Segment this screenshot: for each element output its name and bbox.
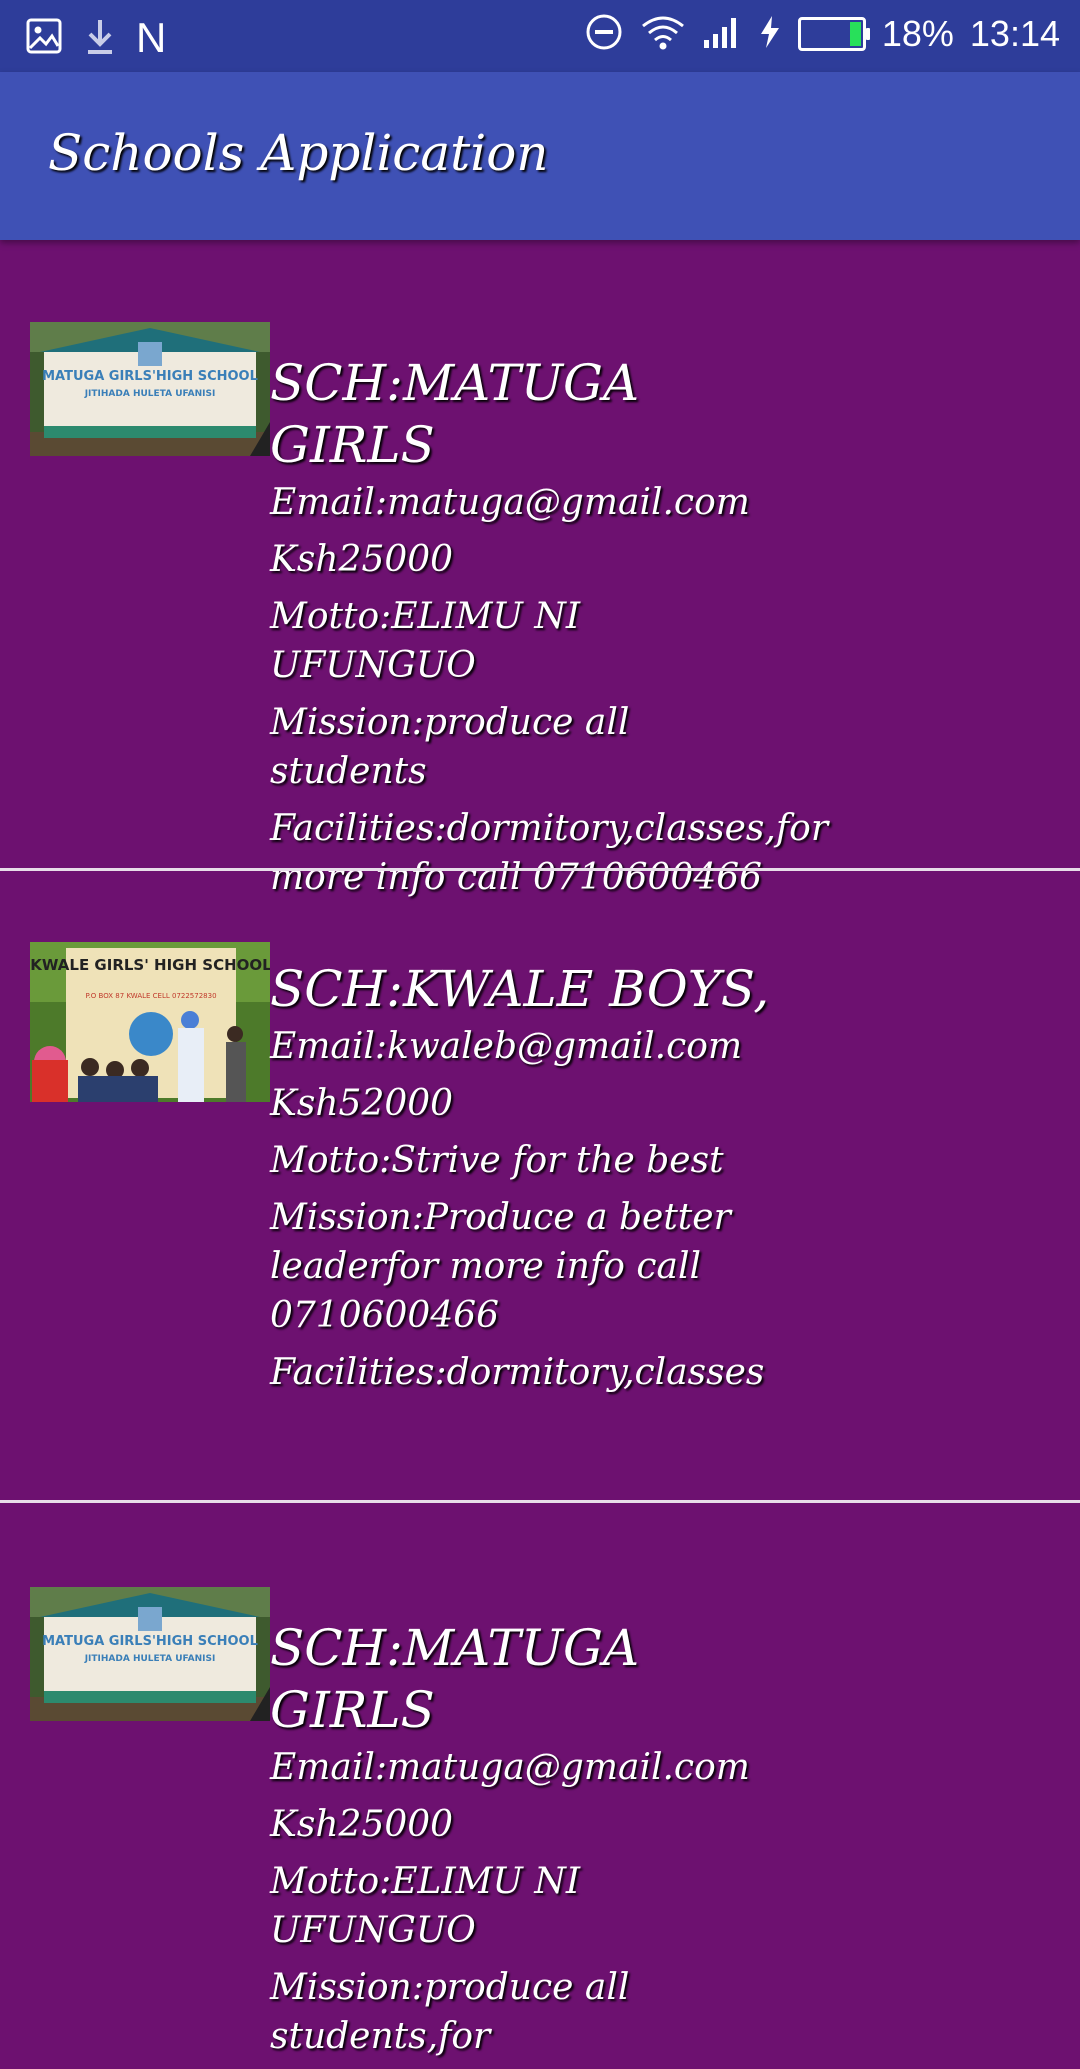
school-image: MATUGA GIRLS'HIGH SCHOOL JITIHADA HULETA… <box>30 322 270 456</box>
image-subcaption: P.O BOX 87 KWALE CELL 0722572830 <box>85 992 216 1000</box>
school-mission: Mission:Produce a better leaderfor more … <box>270 1197 731 1336</box>
school-image: MATUGA GIRLS'HIGH SCHOOL JITIHADA HULETA… <box>30 1587 270 1721</box>
download-icon <box>82 16 118 60</box>
school-fee: Ksh52000 <box>270 1083 454 1124</box>
school-name: SCH:MATUGA GIRLS <box>270 354 640 474</box>
school-info: SCH:KWALE BOYS, Email:kwaleb@gmail.com K… <box>270 958 790 1405</box>
school-info: SCH:MATUGA GIRLS Email:matuga@gmail.com … <box>270 1617 790 2069</box>
image-caption: KWALE GIRLS' HIGH SCHOOL <box>30 956 270 974</box>
school-card[interactable]: MATUGA GIRLS'HIGH SCHOOL JITIHADA HULETA… <box>0 1502 1080 2057</box>
school-motto: Motto:Strive for the best <box>270 1140 724 1181</box>
image-icon <box>24 16 64 60</box>
school-motto: Motto:ELIMU NI UFUNGUO <box>270 596 581 686</box>
school-list[interactable]: MATUGA GIRLS'HIGH SCHOOL JITIHADA HULETA… <box>0 240 1080 2057</box>
dnd-icon <box>584 12 624 56</box>
school-card[interactable]: KWALE GIRLS' HIGH SCHOOL P.O BOX 87 KWAL… <box>0 870 1080 1503</box>
status-bar-left: N <box>24 14 166 62</box>
charging-icon <box>758 14 782 54</box>
image-subcaption: JITIHADA HULETA UFANISI <box>84 389 216 399</box>
battery-icon <box>797 17 870 51</box>
clock: 13:14 <box>969 13 1060 54</box>
school-email: Email:matuga@gmail.com <box>270 482 750 523</box>
school-card[interactable]: MATUGA GIRLS'HIGH SCHOOL JITIHADA HULETA… <box>0 240 1080 898</box>
school-name: SCH:MATUGA GIRLS <box>270 1619 640 1739</box>
signal-icon <box>702 14 742 54</box>
battery-percent: 18% <box>881 13 954 54</box>
school-mission: Mission:produce all students <box>270 702 630 792</box>
school-info: SCH:MATUGA GIRLS Email:matuga@gmail.com … <box>270 352 828 910</box>
school-facilities: Facilities:dormitory,classes <box>270 1352 765 1393</box>
app-title: Schools Application <box>48 124 549 182</box>
image-subcaption: JITIHADA HULETA UFANISI <box>84 1654 216 1664</box>
battery-level <box>850 22 861 46</box>
app-bar: Schools Application <box>0 72 1080 240</box>
school-image: KWALE GIRLS' HIGH SCHOOL P.O BOX 87 KWAL… <box>30 942 270 1102</box>
school-fee: Ksh25000 <box>270 1804 454 1845</box>
school-mission: Mission:produce all students,for <box>270 1967 630 2057</box>
image-caption: MATUGA GIRLS'HIGH SCHOOL <box>42 1634 258 1649</box>
school-motto: Motto:ELIMU NI UFUNGUO <box>270 1861 581 1951</box>
image-caption: MATUGA GIRLS'HIGH SCHOOL <box>42 369 258 384</box>
notification-n-icon: N <box>136 14 167 61</box>
status-bar: N 18% 13:14 <box>0 0 1080 72</box>
wifi-icon <box>640 12 686 56</box>
school-fee: Ksh25000 <box>270 539 454 580</box>
status-bar-right: 18% 13:14 <box>584 12 1060 56</box>
school-name: SCH:KWALE BOYS, <box>270 960 770 1018</box>
school-email: Email:kwaleb@gmail.com <box>270 1026 743 1067</box>
school-email: Email:matuga@gmail.com <box>270 1747 750 1788</box>
